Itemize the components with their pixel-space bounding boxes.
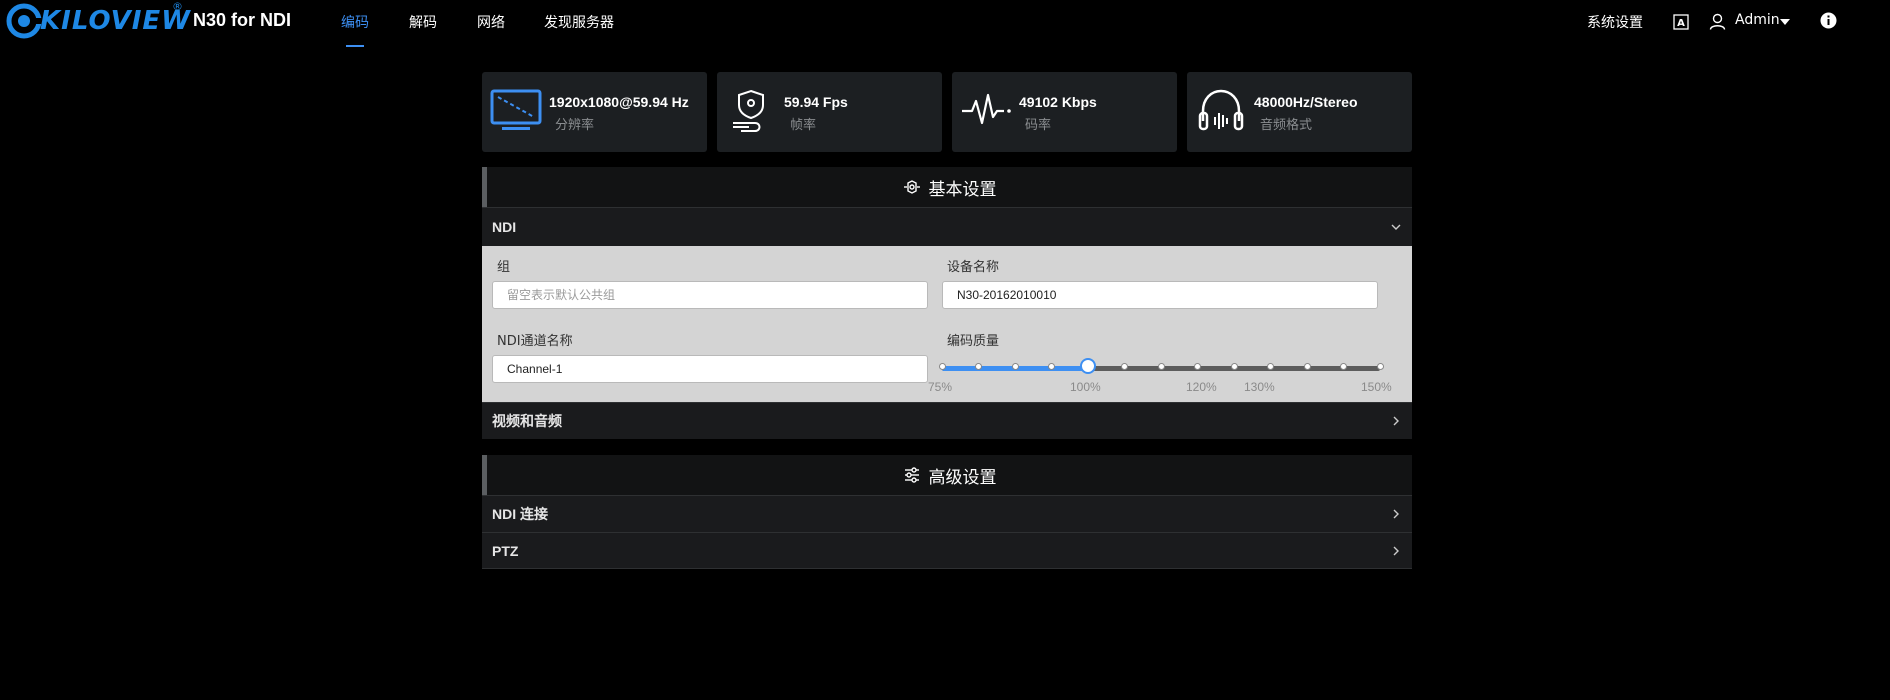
system-settings-link[interactable]: 系统设置 [1587, 12, 1643, 32]
active-tab-indicator [346, 45, 364, 47]
frame-rate-icon [733, 89, 764, 132]
device-name-label: 设备名称 [947, 260, 1000, 275]
stat-card-resolution: 1920x1080@59.94 Hz 分辨率 [482, 72, 707, 152]
chevron-right-icon [1393, 416, 1399, 426]
basic-settings-header: 基本设置 [482, 167, 1412, 207]
slider-step-dot[interactable] [975, 363, 982, 370]
stat-card-audio-format: 48000Hz/Stereo 音频格式 [1187, 72, 1412, 152]
quality-tick-130: 130% [1244, 380, 1275, 394]
registered-mark: ® [172, 0, 183, 13]
stat-card-bitrate: 49102 Kbps 码率 [952, 72, 1177, 152]
ptz-section-toggle[interactable]: PTZ [482, 532, 1412, 569]
channel-name-label: NDI通道名称 [497, 334, 573, 349]
tab-decode[interactable]: 解码 [409, 12, 437, 32]
ndi-connection-section-toggle[interactable]: NDI 连接 [482, 495, 1412, 532]
quality-tick-150: 150% [1361, 380, 1392, 394]
audio-format-label: 音频格式 [1260, 118, 1313, 133]
frame-rate-value: 59.94 Fps [784, 94, 848, 110]
slider-step-dot[interactable] [1303, 363, 1311, 370]
quality-tick-120: 120% [1186, 380, 1217, 394]
stat-card-frame-rate: 59.94 Fps 帧率 [717, 72, 942, 152]
audio-format-value: 48000Hz/Stereo [1254, 94, 1358, 110]
quality-tick-100: 100% [1070, 380, 1101, 394]
resolution-label: 分辨率 [555, 118, 595, 133]
encode-quality-slider-thumb[interactable] [1080, 358, 1096, 374]
basic-settings-icon [903, 180, 920, 194]
slider-step-dot[interactable] [938, 363, 946, 370]
ndi-section-toggle[interactable]: NDI [482, 207, 1412, 246]
encode-quality-label: 编码质量 [947, 334, 1000, 349]
group-label: 组 [497, 260, 511, 275]
slider-step-dot[interactable] [1011, 363, 1019, 370]
product-name: N30 for NDI [193, 10, 292, 30]
slider-step-dot[interactable] [1267, 363, 1274, 370]
logo-text: KILOVIEW [40, 6, 191, 36]
group-input[interactable] [492, 281, 928, 309]
user-icon[interactable] [1709, 13, 1726, 30]
svg-text:A: A [1677, 18, 1685, 29]
slider-step-dot[interactable] [1194, 363, 1201, 370]
ndi-connection-label: NDI 连接 [492, 506, 548, 522]
headphones-icon [1198, 89, 1244, 131]
sliders-icon [904, 467, 919, 483]
language-icon[interactable]: A [1673, 14, 1689, 30]
tab-discovery-server[interactable]: 发现服务器 [544, 12, 614, 32]
frame-rate-label: 帧率 [790, 118, 817, 133]
channel-name-input[interactable] [492, 355, 928, 383]
ndi-section-label: NDI [492, 219, 517, 235]
user-menu[interactable]: Admin [1735, 12, 1780, 28]
slider-step-dot[interactable] [1157, 363, 1165, 370]
ptz-label: PTZ [492, 542, 519, 559]
tab-network[interactable]: 网络 [477, 12, 505, 32]
advanced-settings-header: 高级设置 [482, 455, 1412, 495]
kiloview-logo[interactable]: KILOVIEW [6, 3, 191, 39]
tab-encode[interactable]: 编码 [341, 12, 369, 32]
chevron-right-icon [1393, 546, 1399, 556]
waveform-icon [962, 93, 1011, 125]
caret-down-icon[interactable] [1780, 19, 1790, 25]
advanced-settings-title: 高级设置 [928, 467, 997, 488]
slider-step-dot[interactable] [1340, 363, 1347, 370]
chevron-right-icon [1393, 509, 1399, 519]
kiloview-logo-mark-icon [6, 3, 42, 39]
video-audio-section-toggle[interactable]: 视频和音频 [482, 402, 1412, 439]
slider-step-dot[interactable] [1121, 363, 1128, 370]
slider-step-dot[interactable] [1230, 363, 1238, 370]
video-audio-label: 视频和音频 [492, 413, 562, 429]
quality-tick-75: 75% [928, 380, 953, 394]
bitrate-label: 码率 [1025, 118, 1052, 133]
info-icon[interactable] [1820, 12, 1837, 29]
slider-step-dot[interactable] [1048, 363, 1055, 370]
monitor-icon [490, 89, 542, 130]
chevron-down-icon [1391, 224, 1401, 230]
basic-settings-title: 基本设置 [928, 179, 997, 200]
resolution-value: 1920x1080@59.94 Hz [549, 94, 689, 110]
bitrate-value: 49102 Kbps [1019, 94, 1097, 110]
device-name-input[interactable] [942, 281, 1378, 309]
top-navigation-bar: KILOVIEW ® N30 for NDI 编码 解码 网络 发现服务器 系统… [0, 0, 1890, 47]
slider-step-dot[interactable] [1376, 363, 1384, 370]
